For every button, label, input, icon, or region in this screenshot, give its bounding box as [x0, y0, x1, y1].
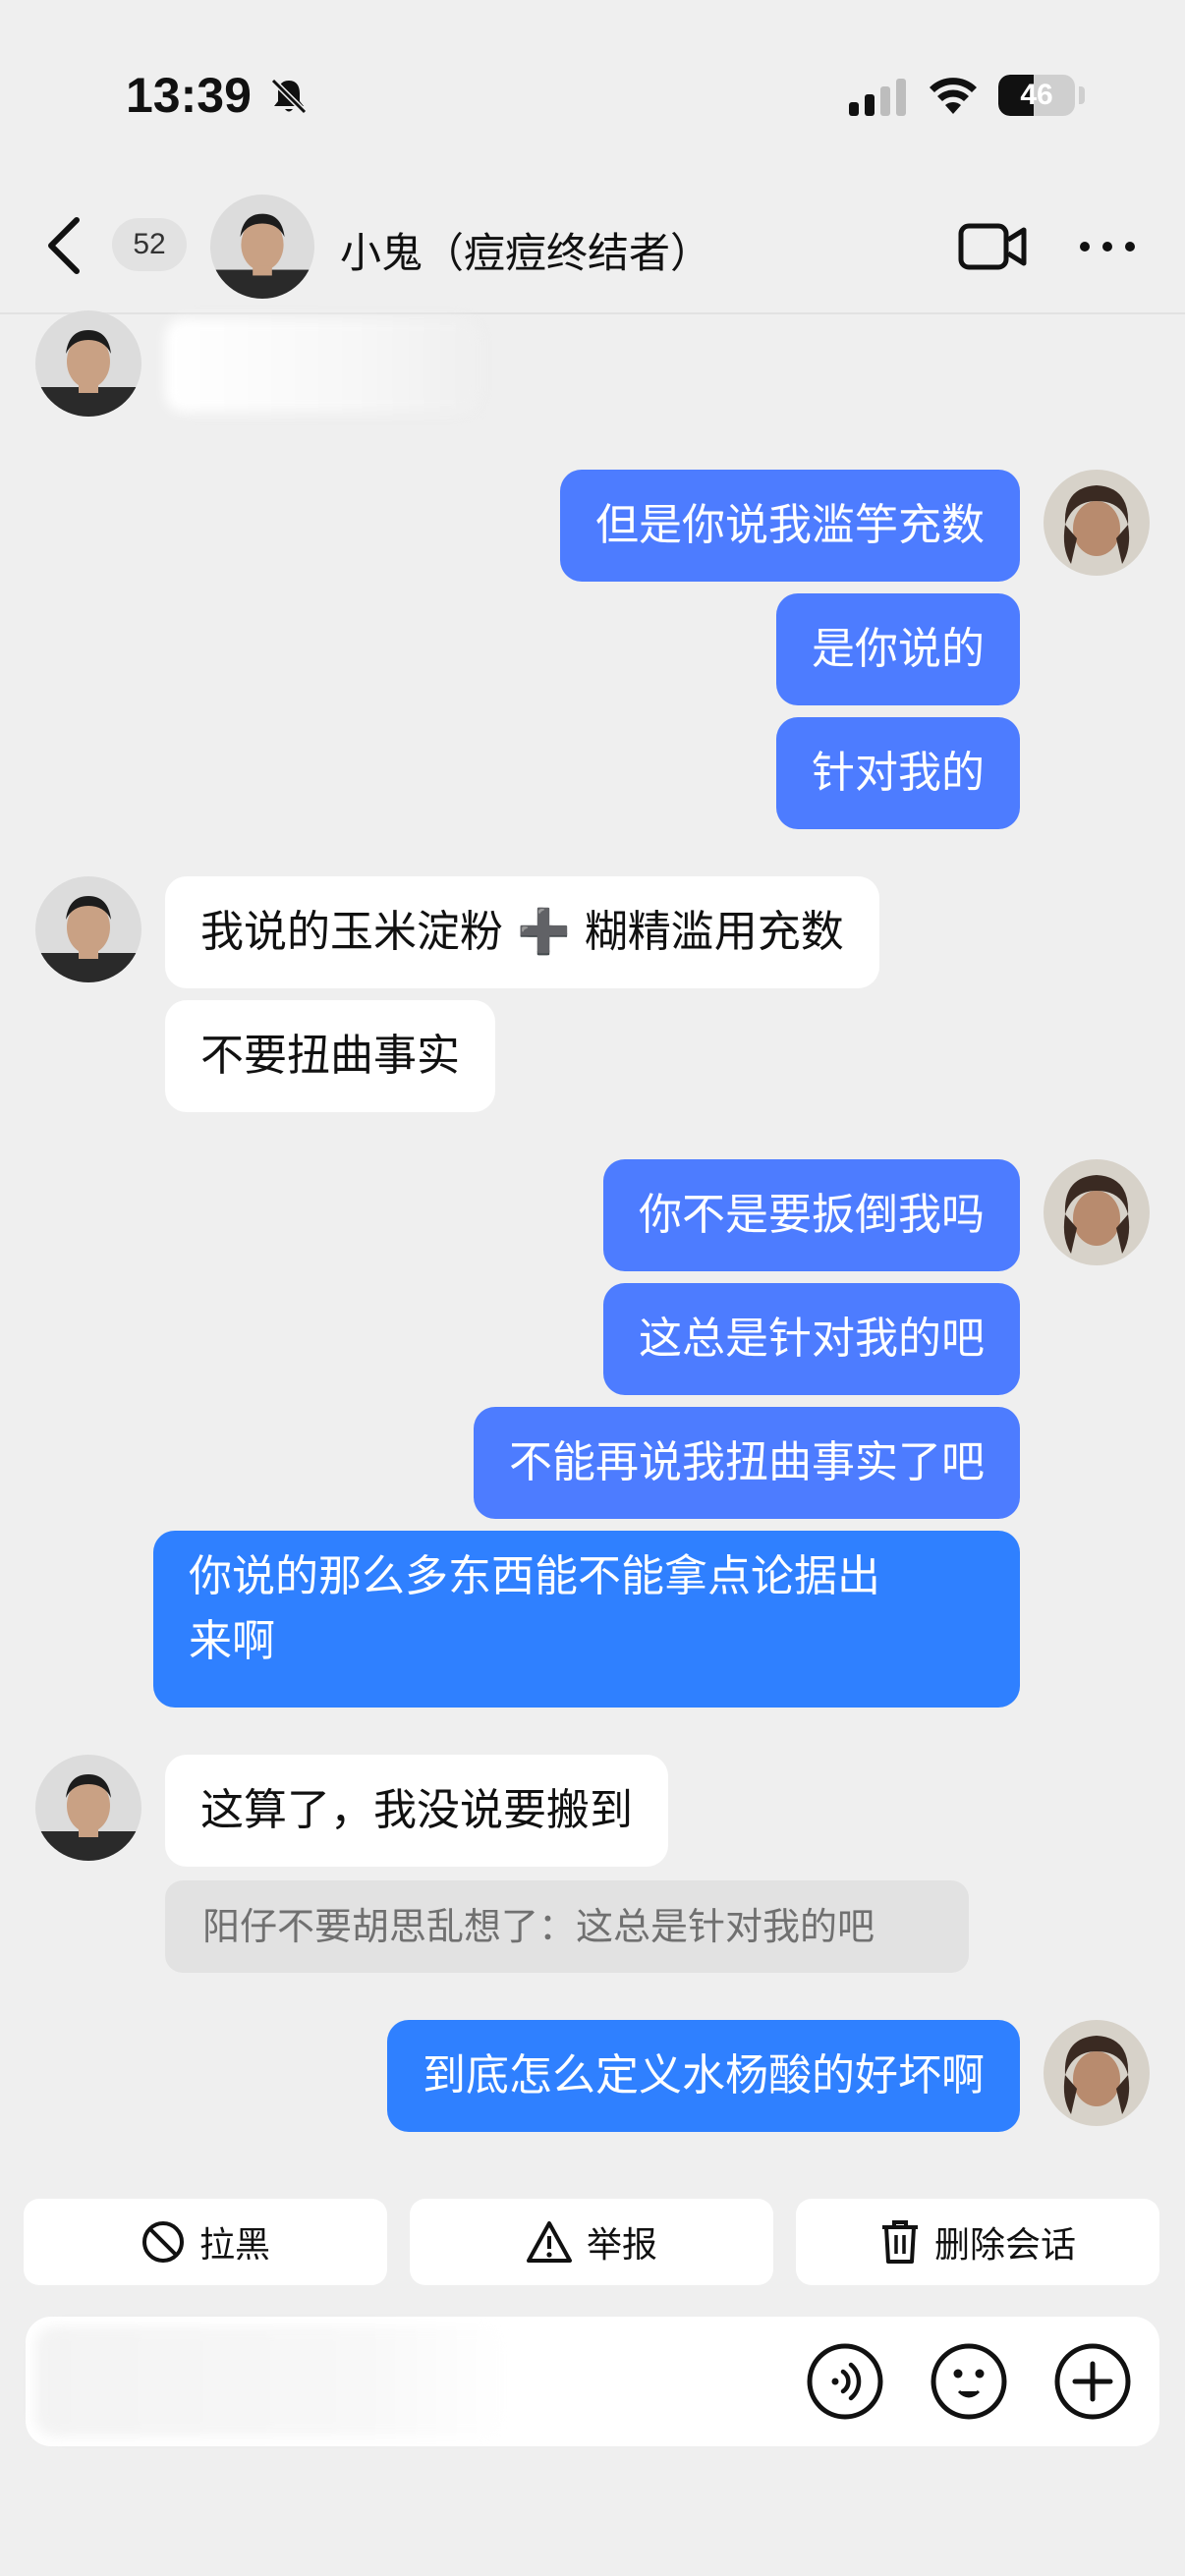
- report-label: 举报: [586, 2225, 657, 2266]
- status-time: 13:39: [126, 68, 252, 123]
- my-avatar[interactable]: [1044, 470, 1150, 576]
- contact-name[interactable]: 小鬼（痘痘终结者）: [340, 220, 711, 280]
- block-icon: [141, 2221, 184, 2263]
- contact-message-avatar[interactable]: [35, 876, 141, 982]
- bell-muted-icon: [270, 78, 308, 115]
- chevron-left-icon[interactable]: [39, 214, 88, 277]
- battery-indicator: 46: [998, 75, 1075, 116]
- more-dots-icon[interactable]: [1077, 234, 1138, 259]
- warning-icon: [526, 2221, 572, 2263]
- delete-conversation-button[interactable]: 删除会话: [796, 2199, 1159, 2285]
- message-line: 来啊: [189, 1616, 275, 1666]
- sent-message-bubble[interactable]: 这总是针对我的吧: [603, 1283, 1020, 1395]
- sent-message-bubble[interactable]: 针对我的: [776, 717, 1020, 829]
- received-message-bubble[interactable]: 不要扭曲事实: [165, 1000, 495, 1112]
- battery-cap: [1079, 86, 1085, 104]
- block-label: 拉黑: [198, 2225, 270, 2266]
- emoji-icon[interactable]: [930, 2342, 1008, 2421]
- contact-message-avatar[interactable]: [35, 1755, 141, 1861]
- wifi-icon: [930, 78, 977, 114]
- block-button[interactable]: 拉黑: [24, 2199, 387, 2285]
- chat-header: 52 小鬼（痘痘终结者）: [0, 177, 1185, 314]
- sent-message-bubble[interactable]: 但是你说我滥竽充数: [560, 470, 1020, 582]
- quoted-reply[interactable]: 阳仔不要胡思乱想了：这总是针对我的吧: [165, 1880, 969, 1973]
- report-button[interactable]: 举报: [410, 2199, 773, 2285]
- cellular-signal-icon: [849, 79, 906, 116]
- contact-avatar[interactable]: [210, 195, 314, 299]
- message-input-bar: [26, 2317, 1159, 2446]
- message-input-field[interactable]: [35, 2326, 507, 2436]
- sent-message-bubble[interactable]: 到底怎么定义水杨酸的好坏啊: [387, 2020, 1020, 2132]
- sent-message-bubble[interactable]: 不能再说我扭曲事实了吧: [474, 1407, 1020, 1519]
- delete-conversation-label: 删除会话: [933, 2225, 1076, 2266]
- trash-icon: [881, 2220, 918, 2264]
- my-avatar[interactable]: [1044, 1159, 1150, 1265]
- my-avatar[interactable]: [1044, 2020, 1150, 2126]
- sent-message-bubble[interactable]: 是你说的: [776, 593, 1020, 705]
- unread-count-badge[interactable]: 52: [112, 218, 187, 271]
- status-bar: 13:39 46: [0, 0, 1185, 147]
- received-message-bubble[interactable]: 我说的玉米淀粉 ➕ 糊精滥用充数: [165, 876, 879, 988]
- received-message-bubble[interactable]: 这算了，我没说要搬到: [165, 1755, 668, 1867]
- plus-icon[interactable]: [1053, 2342, 1132, 2421]
- message-line: 你说的那么多东西能不能拿点论据出: [189, 1551, 880, 1601]
- battery-level-text: 46: [1020, 79, 1053, 111]
- contact-message-avatar[interactable]: [35, 310, 141, 417]
- blurred-message-bubble: [165, 318, 480, 413]
- voice-icon[interactable]: [806, 2342, 884, 2421]
- video-call-icon[interactable]: [957, 220, 1028, 273]
- sent-message-bubble[interactable]: 你说的那么多东西能不能拿点论据出 来啊: [153, 1531, 1020, 1708]
- sent-message-bubble[interactable]: 你不是要扳倒我吗: [603, 1159, 1020, 1271]
